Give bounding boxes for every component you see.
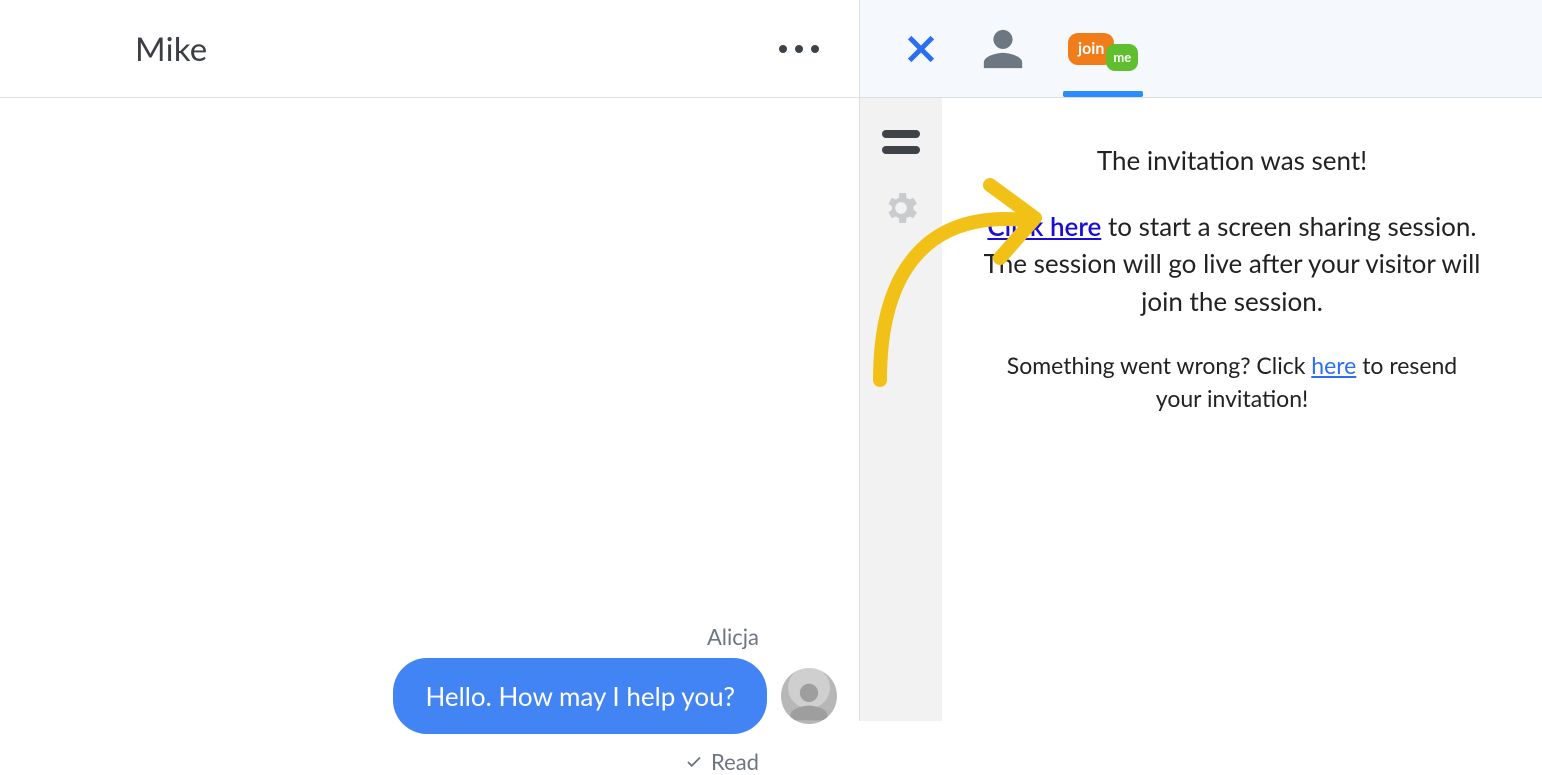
side-rail [860,98,942,721]
more-options-button[interactable] [779,45,819,53]
check-icon [685,753,703,771]
dot-icon [795,45,803,53]
person-icon [980,26,1026,72]
joinme-icon-me: me [1106,44,1138,71]
outgoing-message: Alicja Hello. How may I help you? Read [393,623,837,775]
start-session-text: Click here to start a screen sharing ses… [982,208,1482,321]
chat-body: Alicja Hello. How may I help you? Read [0,98,859,721]
dot-icon [779,45,787,53]
side-panel-tabs: join me [860,0,1542,98]
message-status: Read [685,748,759,775]
message-sender-label: Alicja [707,623,759,650]
chat-header: Mike [0,0,859,98]
close-icon [904,32,938,66]
chat-title: Mike [135,29,207,69]
close-panel-button[interactable] [904,0,938,97]
start-session-link[interactable]: Click here [987,210,1101,242]
gear-icon [881,188,921,228]
side-panel: join me The invitation was sent! Click h… [860,0,1542,721]
sender-avatar [781,668,837,724]
message-status-text: Read [711,748,759,775]
chat-panel: Mike Alicja Hello. How may I help you? R… [0,0,860,721]
joinme-icon: join me [1068,26,1138,71]
side-panel-body: The invitation was sent! Click here to s… [860,98,1542,721]
message-bubble: Hello. How may I help you? [393,658,767,734]
resend-link[interactable]: here [1311,351,1356,379]
rail-handle-icon[interactable] [882,130,920,154]
resend-text: Something went wrong? Click here to rese… [982,349,1482,416]
joinme-tab[interactable]: join me [1068,0,1138,97]
invitation-sent-heading: The invitation was sent! [982,142,1482,180]
resend-pre: Something went wrong? Click [1007,351,1311,379]
visitor-info-tab[interactable] [980,0,1026,97]
settings-button[interactable] [881,188,921,232]
joinme-invitation-content: The invitation was sent! Click here to s… [942,98,1542,721]
dot-icon [811,45,819,53]
